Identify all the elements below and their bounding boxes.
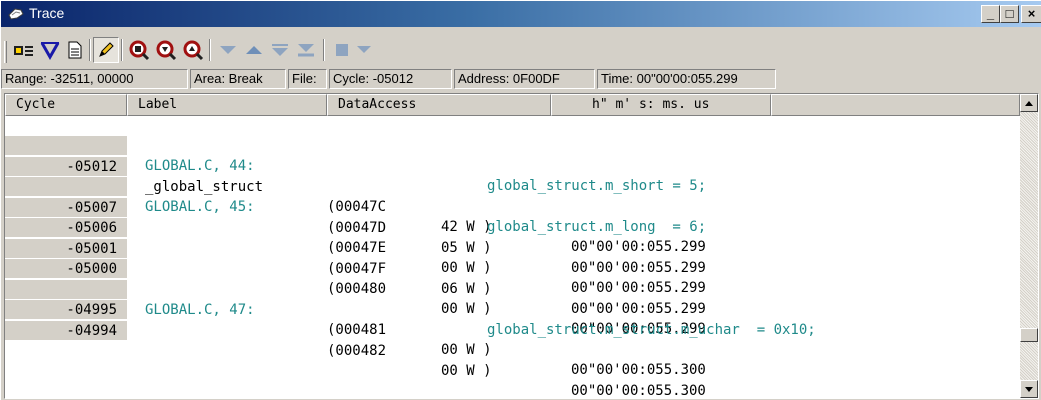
minimize-icon: _ — [986, 6, 995, 21]
source-line-cell: global_struct.m_struct.m_uchar = 0x10; — [487, 321, 816, 338]
cycle-field: Cycle: -05012 — [329, 69, 452, 89]
file-field: File: — [288, 69, 327, 89]
data-value-cell: 00 W ) — [441, 362, 492, 379]
trace-start-button[interactable] — [11, 37, 37, 63]
search-backward-icon — [183, 40, 204, 61]
filter-icon — [40, 42, 60, 60]
minimize-button[interactable]: _ — [981, 5, 1000, 23]
trace-row[interactable]: -05006 (00047E 00 W ) 00"00'00:055.299 — [5, 198, 1020, 296]
step-down-button[interactable] — [267, 37, 293, 63]
scroll-thumb[interactable] — [1020, 328, 1038, 342]
column-header-dataaccess[interactable]: DataAccess — [327, 94, 551, 116]
title-bar[interactable]: Trace _ □ × — [1, 1, 1041, 27]
arrow-up-button[interactable] — [241, 37, 267, 63]
edit-pencil-icon — [99, 42, 114, 57]
trace-row[interactable]: -04994 (000482 00 W ) 00"00'00:055.300 — [5, 301, 1020, 398]
data-value-cell: 00 W ) — [441, 342, 492, 358]
window-title: Trace — [29, 5, 65, 21]
address-field: Address: 0F00DF — [454, 69, 595, 89]
scroll-up-button[interactable] — [1020, 94, 1038, 112]
trace-row[interactable]: -05000 (000480 00 W ) 00"00'00:055.299 — [5, 239, 1020, 337]
toolbar-grip[interactable] — [4, 41, 7, 63]
dropdown-disabled-icon — [357, 46, 371, 53]
toolbar-separator — [121, 39, 123, 61]
trace-row[interactable]: -04995 (000481 00 W ) 00"00'00:055.300 — [5, 280, 1020, 378]
trace-list[interactable]: Cycle Label DataAccess h" m' s: ms. us G… — [4, 93, 1039, 399]
address-cell: (000482 — [327, 342, 387, 359]
column-header-label[interactable]: Label — [127, 94, 327, 116]
document-icon — [68, 41, 82, 59]
maximize-button[interactable]: □ — [1000, 5, 1019, 23]
status-info-bar: Range: -32511, 00000 Area: Break File: C… — [1, 67, 1041, 91]
toolbar-separator — [209, 39, 211, 61]
edit-button[interactable] — [93, 37, 119, 63]
arrow-up-icon — [246, 46, 262, 54]
vertical-scrollbar[interactable] — [1020, 94, 1038, 398]
document-button[interactable] — [62, 37, 88, 63]
toolbar-separator — [89, 39, 91, 61]
maximize-icon: □ — [1005, 6, 1014, 21]
filter-button[interactable] — [37, 37, 63, 63]
close-button[interactable]: × — [1021, 5, 1041, 23]
step-down-disabled-icon — [272, 44, 288, 56]
trace-row-source[interactable]: GLOBAL.C, 45: global_struct.m_long = 6; — [5, 157, 1020, 235]
trace-row-source[interactable]: GLOBAL.C, 44: global_struct.m_short = 5; — [5, 116, 1020, 194]
column-header-empty — [771, 94, 1020, 116]
list-header: Cycle Label DataAccess h" m' s: ms. us — [5, 94, 1020, 116]
close-icon: × — [1027, 6, 1036, 21]
toolbar — [1, 27, 1041, 67]
trace-row[interactable]: -05012 _global_struct (00047C 42 W ) 00"… — [5, 137, 1020, 255]
trace-row[interactable]: -05007 (00047D 05 W ) 00"00'00:055.299 — [5, 178, 1020, 276]
scroll-up-arrow-icon — [1025, 100, 1033, 106]
arrow-down-disabled-icon — [220, 46, 236, 54]
address-cell: (000481 — [327, 322, 387, 338]
search-forward-icon — [156, 40, 177, 61]
arrow-down-button[interactable] — [215, 37, 241, 63]
search-trace-icon — [129, 40, 150, 61]
range-field: Range: -32511, 00000 — [1, 69, 188, 89]
cycle-cell: -04994 — [5, 320, 127, 341]
search-forward-button[interactable] — [153, 37, 179, 63]
jump-bottom-disabled-icon — [298, 44, 314, 57]
stop-disabled-icon — [336, 44, 348, 56]
scroll-down-button[interactable] — [1020, 380, 1038, 398]
area-field: Area: Break — [190, 69, 286, 89]
trace-row[interactable]: -05001 (00047F 06 W ) 00"00'00:055.299 — [5, 219, 1020, 317]
jump-bottom-button[interactable] — [293, 37, 319, 63]
column-header-cycle[interactable]: Cycle — [5, 94, 127, 116]
time-cell: 00"00'00:055.300 — [571, 382, 706, 399]
trace-window: Trace _ □ × Range: -32511, 00000 Area: B… — [0, 0, 1041, 400]
time-field: Time: 00"00'00:055.299 — [597, 69, 776, 89]
toolbar-separator — [323, 39, 325, 61]
search-backward-button[interactable] — [180, 37, 206, 63]
trace-start-icon — [14, 46, 33, 56]
time-cell: 00"00'00:055.300 — [571, 362, 706, 378]
scroll-down-arrow-icon — [1025, 386, 1033, 392]
trace-row-source[interactable]: GLOBAL.C, 47: global_struct.m_struct.m_u… — [5, 260, 1020, 338]
search-trace-button[interactable] — [126, 37, 152, 63]
dropdown-button[interactable] — [351, 37, 377, 63]
column-header-time[interactable]: h" m' s: ms. us — [551, 94, 771, 116]
trace-app-icon — [8, 8, 24, 20]
trace-rows: GLOBAL.C, 44: global_struct.m_short = 5;… — [5, 116, 1020, 398]
